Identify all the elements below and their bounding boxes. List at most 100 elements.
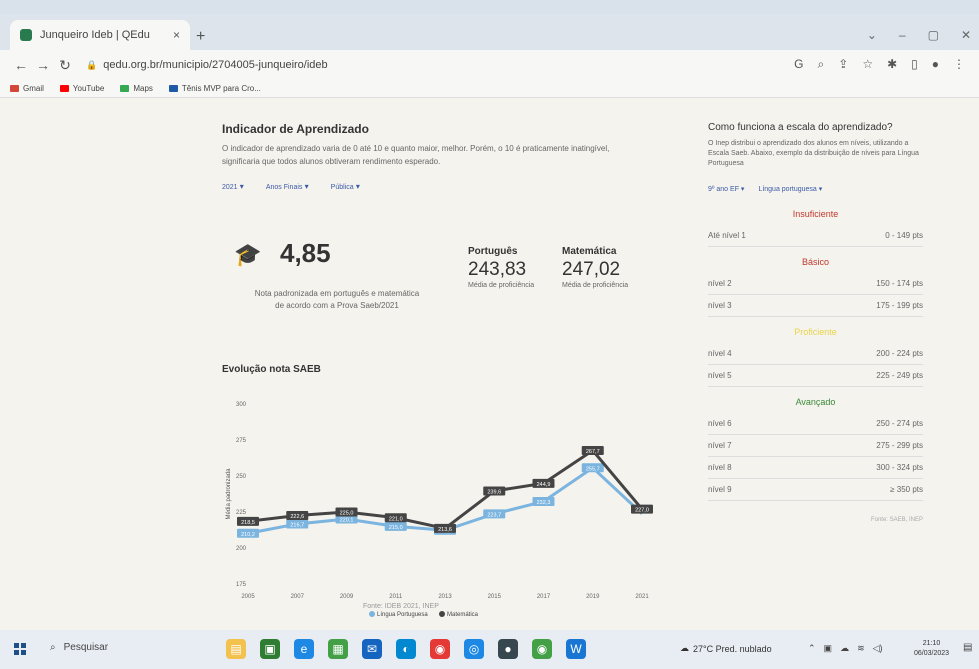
chevron-down-icon[interactable]: ⌄ — [867, 28, 877, 42]
weather-icon: ☁ — [680, 643, 689, 653]
matematica-caption: Média de proficiência — [562, 282, 629, 289]
scale-list: Insuficiente Até nível 1 0 - 149 pts Básico… — [708, 209, 923, 501]
portugues-caption: Média de proficiência — [468, 282, 535, 289]
app-icon[interactable]: ▦ — [328, 639, 348, 659]
profile-icon[interactable]: ● — [932, 57, 939, 72]
scale-range: 175 - 199 pts — [876, 301, 923, 310]
bookmark-gmail[interactable]: Gmail — [10, 84, 44, 93]
filter-subject[interactable]: Língua portuguesa — [758, 185, 822, 193]
windows-start-icon[interactable] — [14, 643, 26, 655]
weather-widget[interactable]: ☁ 27°C Pred. nublado — [680, 643, 772, 654]
graduation-cap-icon: 🎓 — [234, 242, 262, 267]
wifi-icon[interactable]: ≋ — [857, 643, 865, 654]
bookmark-tenis[interactable]: Tênis MVP para Cro... — [168, 84, 261, 93]
tab-title: Junqueiro Ideb | QEdu — [40, 29, 150, 41]
indicator-title: Indicador de Aprendizado — [222, 122, 369, 136]
bookmark-label: Gmail — [23, 84, 44, 93]
scale-level: nível 2 — [708, 279, 732, 288]
scale-section: Como funciona a escala do aprendizado? O… — [708, 122, 923, 523]
data-label: 213,6 — [438, 527, 452, 533]
legend-label: Matemática — [447, 612, 479, 618]
close-tab-icon[interactable]: × — [173, 28, 180, 42]
taskbar-search[interactable]: ⌕ Pesquisar — [50, 642, 108, 653]
star-icon[interactable]: ☆ — [862, 57, 873, 72]
bookmark-youtube[interactable]: YouTube — [59, 84, 104, 93]
bookmark-label: Tênis MVP para Cro... — [181, 84, 261, 93]
scale-level: nível 6 — [708, 419, 732, 428]
scale-group-title: Proficiente — [794, 327, 837, 337]
data-label: 215,0 — [389, 525, 403, 531]
notification-icon[interactable]: ▤ — [963, 642, 972, 653]
store-icon[interactable]: ▣ — [260, 639, 280, 659]
tab-active[interactable]: Junqueiro Ideb | QEdu × — [10, 20, 190, 50]
tab-bar: Junqueiro Ideb | QEdu × + ⌄ – ▢ ✕ — [0, 14, 979, 50]
cloud-icon[interactable]: ☁ — [840, 643, 849, 654]
filter-stage[interactable]: Anos Finais — [266, 182, 309, 191]
share-icon[interactable]: ⇪ — [838, 57, 848, 72]
x-tick-label: 2013 — [438, 594, 452, 600]
clock-time: 21:10 — [922, 640, 941, 647]
x-tick-label: 2017 — [537, 594, 551, 600]
data-label: 223,7 — [487, 512, 501, 518]
clock[interactable]: 21:10 06/03/2023 — [914, 639, 949, 659]
bookmark-maps[interactable]: Maps — [120, 84, 153, 93]
chevron-up-icon[interactable]: ⌃ — [808, 643, 816, 654]
filter-grade[interactable]: 9º ano EF — [708, 185, 744, 193]
legend-label: Língua Portuguesa — [377, 612, 428, 618]
data-label: 255,7 — [586, 466, 600, 472]
url-field[interactable]: 🔒 qedu.org.br/municipio/2704005-junqueir… — [86, 59, 328, 71]
edge-icon[interactable]: e — [294, 639, 314, 659]
back-icon[interactable]: ← — [10, 57, 32, 73]
scale-row: nível 2 150 - 174 pts — [708, 273, 923, 295]
mail-icon[interactable]: ✉ — [362, 639, 382, 659]
scale-group-title: Avançado — [795, 397, 836, 407]
chrome-green-icon[interactable]: ◉ — [532, 639, 552, 659]
forward-icon[interactable]: → — [32, 57, 54, 73]
close-window-icon[interactable]: ✕ — [961, 28, 971, 42]
minimize-icon[interactable]: – — [899, 28, 906, 42]
new-tab-button[interactable]: + — [196, 28, 205, 46]
file-explorer-icon[interactable]: ▤ — [226, 639, 246, 659]
menu-icon[interactable]: ⋮ — [953, 57, 965, 72]
chart-title: Evolução nota SAEB — [222, 364, 321, 375]
x-tick-label: 2015 — [488, 594, 502, 600]
chart-source: Fonte: IDEB 2021, INEP — [363, 603, 439, 610]
scale-range: 200 - 224 pts — [876, 349, 923, 358]
taskbar: ⌕ Pesquisar ▤ ▣ e ▦ ✉ ◐ ◉ ◎ ● ◉ W ☁ 27°C… — [0, 630, 979, 669]
maximize-icon[interactable]: ▢ — [928, 28, 939, 42]
reload-icon[interactable]: ↻ — [54, 57, 76, 74]
word-icon[interactable]: W — [566, 639, 586, 659]
scale-row: nível 8 300 - 324 pts — [708, 457, 923, 479]
sidepanel-icon[interactable]: ▯ — [911, 57, 918, 72]
app-dark-icon[interactable]: ● — [498, 639, 518, 659]
data-label: 239,6 — [487, 489, 501, 495]
saeb-line-chart: Média padronizada 300 275 250 225 200 175 2005 2… — [226, 402, 653, 618]
chrome-profile-icon[interactable]: ◎ — [464, 639, 484, 659]
extensions-icon[interactable]: ✱ — [887, 57, 897, 72]
data-label: 267,7 — [586, 449, 600, 455]
scale-level: nível 7 — [708, 441, 732, 450]
data-label: 220,1 — [340, 518, 354, 524]
y-tick-label: 300 — [236, 402, 247, 408]
filter-network[interactable]: Pública — [331, 182, 360, 191]
filter-year[interactable]: 2021 — [222, 182, 244, 191]
clock-date: 06/03/2023 — [914, 650, 950, 657]
indicator-description: O indicador de aprendizado varia de 0 at… — [222, 144, 610, 166]
tray-app-icon[interactable]: ▣ — [824, 643, 833, 654]
browser-icon[interactable]: ◐ — [396, 639, 416, 659]
scale-row: nível 7 275 - 299 pts — [708, 435, 923, 457]
zoom-icon[interactable]: ⌕ — [818, 57, 825, 72]
portugues-value: 243,83 — [468, 259, 527, 280]
chrome-icon[interactable]: ◉ — [430, 639, 450, 659]
scale-group-title: Insuficiente — [792, 209, 839, 219]
scale-filters: 9º ano EF Língua portuguesa — [708, 185, 923, 193]
google-icon[interactable]: G — [794, 57, 803, 72]
y-tick-label: 250 — [236, 474, 247, 480]
scale-level: nível 3 — [708, 301, 732, 310]
volume-icon[interactable]: ◁) — [873, 643, 883, 654]
scale-title: Como funciona a escala do aprendizado? — [708, 122, 893, 133]
y-axis-label: Média padronizada — [226, 468, 232, 520]
scale-level: nível 4 — [708, 349, 732, 358]
scale-row: nível 6 250 - 274 pts — [708, 413, 923, 435]
data-label: 244,9 — [537, 482, 551, 488]
